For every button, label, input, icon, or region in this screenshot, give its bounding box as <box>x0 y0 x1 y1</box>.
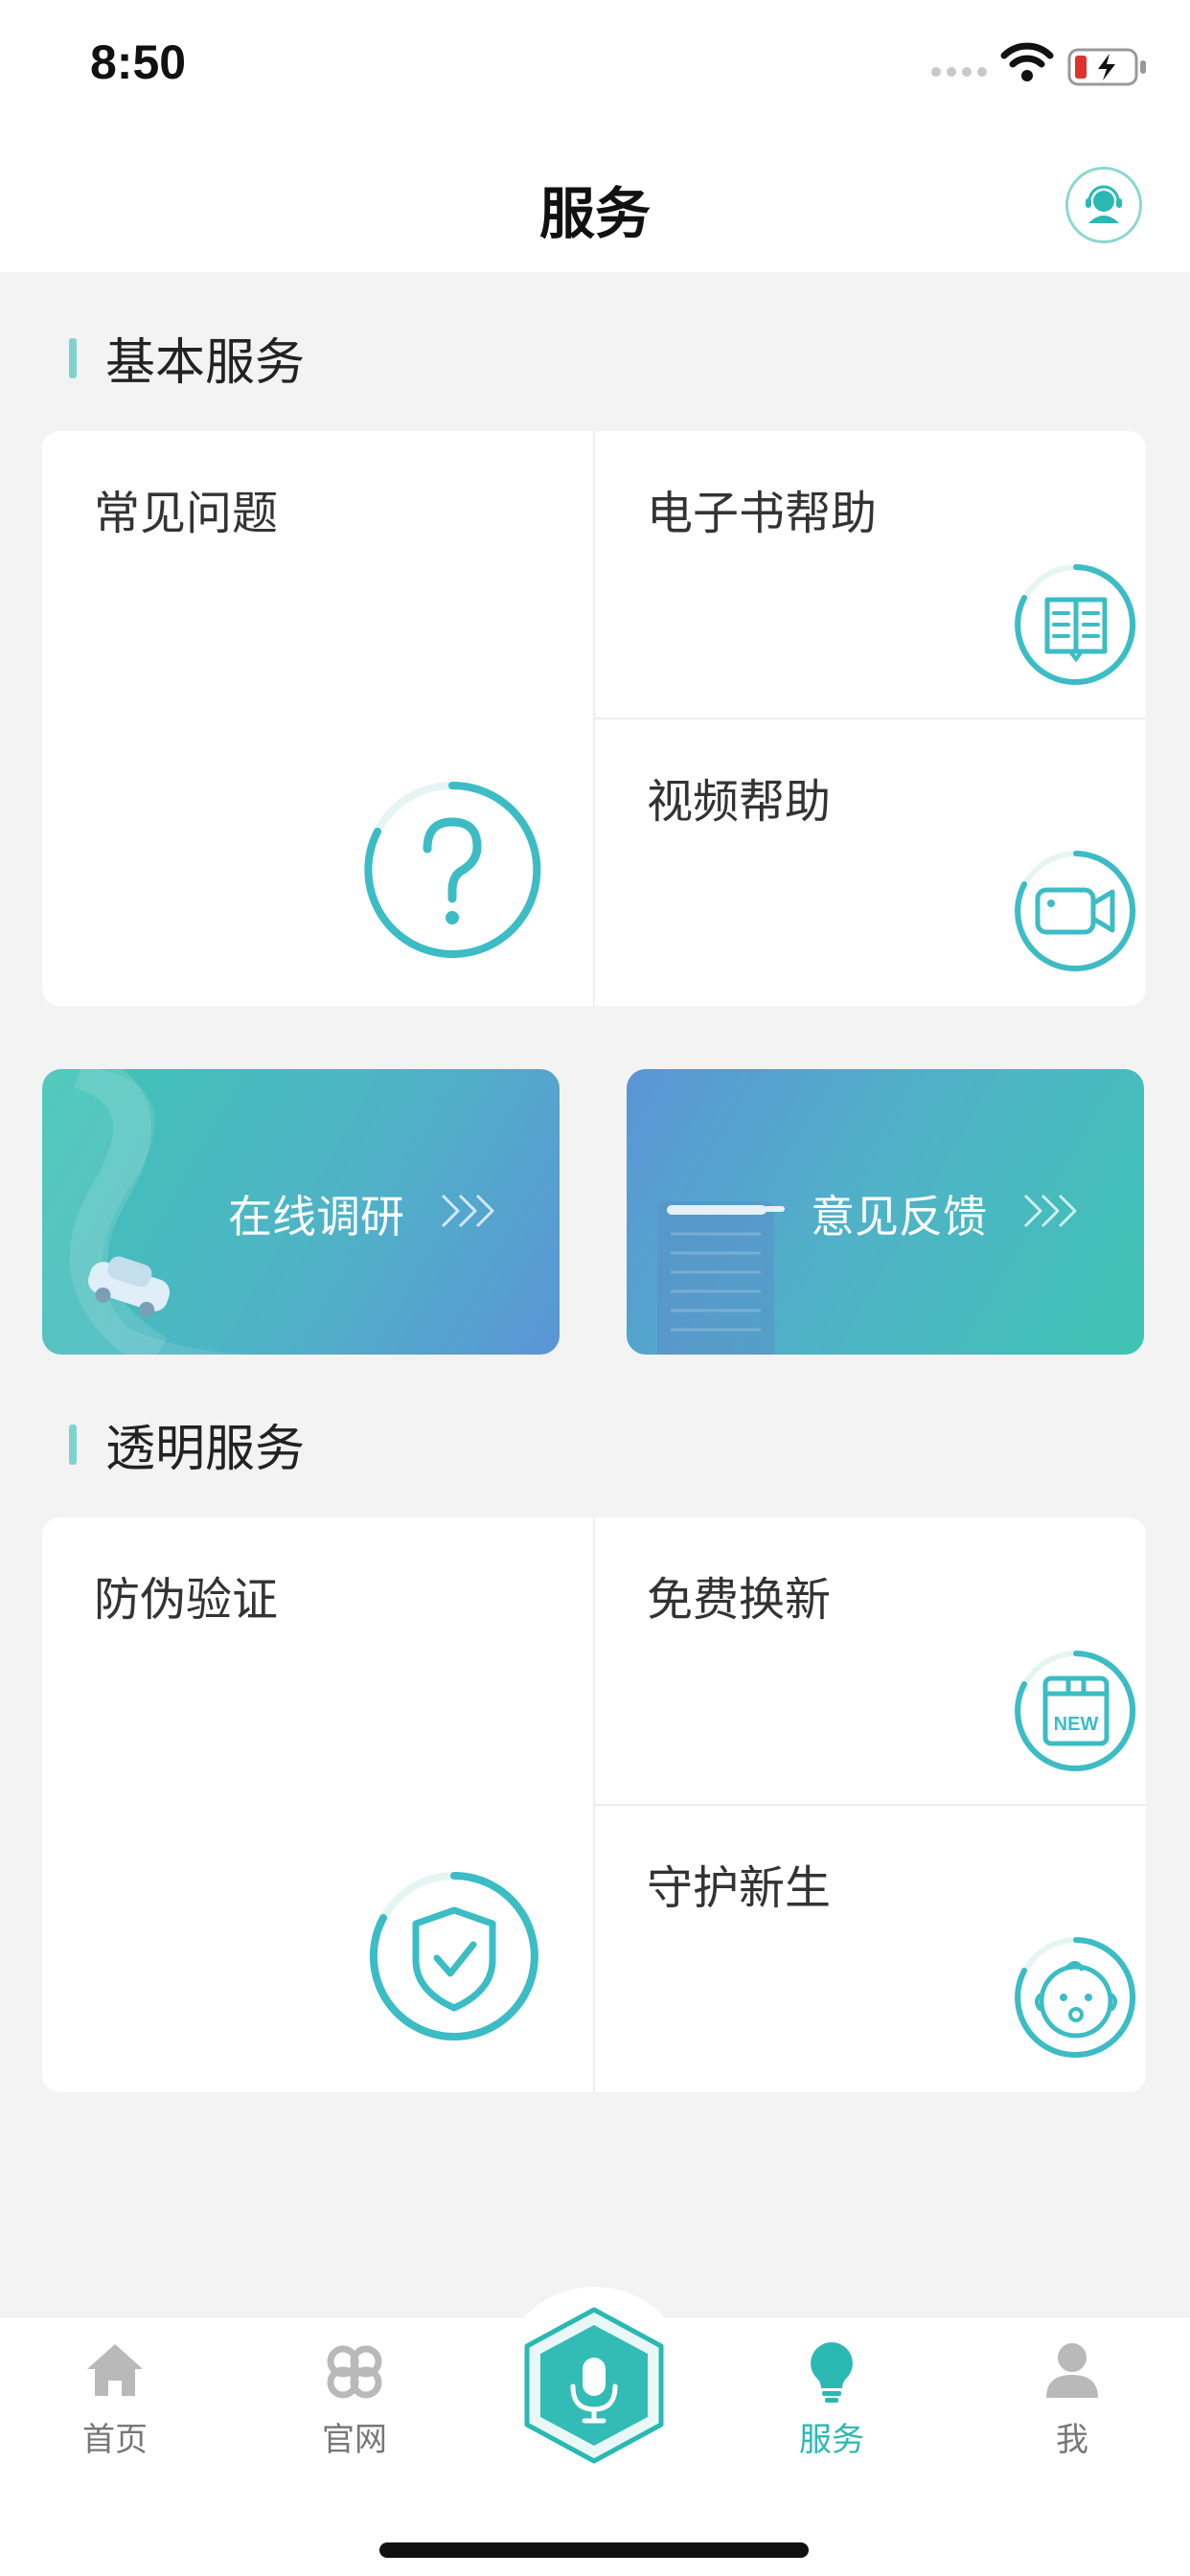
ebook-help-label: 电子书帮助 <box>647 487 878 540</box>
tab-home[interactable]: 首页 <box>43 2337 187 2460</box>
question-mark-icon <box>364 781 541 958</box>
voice-assistant-button[interactable] <box>517 2304 671 2467</box>
person-icon <box>1046 2343 1098 2398</box>
feedback-banner[interactable]: 意见反馈 <box>627 1069 1144 1355</box>
shield-check-icon <box>369 1872 538 2040</box>
wifi-icon <box>1000 42 1054 81</box>
free-renewal-cell[interactable]: 免费换新 NEW <box>595 1517 1146 1804</box>
chevrons-right-icon <box>1023 1194 1077 1228</box>
baby-face-icon <box>1015 1937 1136 2058</box>
microphone-icon <box>524 2307 664 2464</box>
video-help-label: 视频帮助 <box>647 775 832 829</box>
tab-services-label: 服务 <box>799 2421 864 2459</box>
navigation-bar: 服务 <box>0 125 1190 272</box>
open-book-icon <box>1015 564 1136 685</box>
online-survey-banner[interactable]: 在线调研 <box>42 1069 560 1355</box>
website-icon <box>327 2345 382 2399</box>
section-transparent-title: 透明服务 <box>105 1421 306 1478</box>
chevrons-right-icon <box>441 1194 494 1228</box>
feedback-label: 意见反馈 <box>811 1191 987 1242</box>
battery-icon <box>1067 48 1146 86</box>
home-indicator <box>379 2542 809 2558</box>
lightbulb-icon <box>811 2342 853 2403</box>
tab-me[interactable]: 我 <box>1000 2337 1144 2460</box>
tab-website[interactable]: 官网 <box>283 2337 426 2460</box>
status-time: 8:50 <box>90 35 187 89</box>
free-renewal-label: 免费换新 <box>647 1573 832 1627</box>
video-camera-icon <box>1015 851 1136 971</box>
faq-label: 常见问题 <box>94 487 279 540</box>
basic-services-card: 常见问题 电子书帮助 视频帮助 <box>42 431 1146 1006</box>
anti-counterfeit-label: 防伪验证 <box>94 1573 279 1627</box>
tab-home-label: 首页 <box>82 2421 148 2459</box>
ebook-help-cell[interactable]: 电子书帮助 <box>595 431 1146 718</box>
anti-counterfeit-cell[interactable]: 防伪验证 <box>42 1517 593 2092</box>
guard-newborn-cell[interactable]: 守护新生 <box>595 1806 1146 2092</box>
faq-cell[interactable]: 常见问题 <box>42 431 593 1006</box>
home-icon <box>87 2344 143 2396</box>
section-basic-header: 基本服务 <box>69 322 305 394</box>
bottom-tab-bar: 首页 官网 服务 我 <box>0 2287 1190 2576</box>
new-box-icon: NEW <box>1015 1651 1136 1771</box>
customer-service-button[interactable] <box>1065 167 1142 243</box>
signal-dots-icon <box>931 67 987 77</box>
headset-agent-icon <box>1086 185 1122 223</box>
svg-text:NEW: NEW <box>1054 1714 1099 1735</box>
transparent-services-card: 防伪验证 免费换新 NEW 守护新生 <box>42 1517 1146 2092</box>
online-survey-label: 在线调研 <box>228 1191 404 1242</box>
video-help-cell[interactable]: 视频帮助 <box>595 719 1146 1006</box>
section-accent-bar <box>69 337 77 378</box>
guard-newborn-label: 守护新生 <box>647 1861 832 1915</box>
tab-me-label: 我 <box>1056 2421 1088 2459</box>
status-bar: 8:50 <box>0 0 1190 125</box>
tab-website-label: 官网 <box>322 2421 387 2459</box>
section-accent-bar <box>69 1424 77 1465</box>
tab-services[interactable]: 服务 <box>760 2337 904 2460</box>
section-basic-title: 基本服务 <box>105 334 306 392</box>
page-title: 服务 <box>538 181 651 246</box>
section-transparent-header: 透明服务 <box>69 1408 305 1480</box>
